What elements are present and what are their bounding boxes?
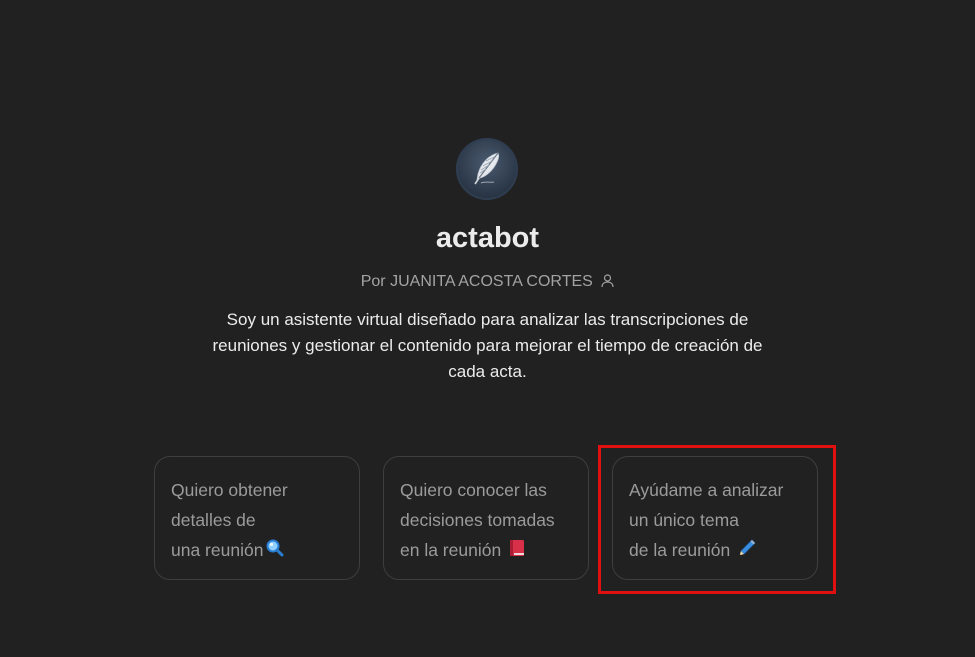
starter-1-line-1: Quiero obtener: [171, 480, 288, 500]
gpt-byline: Por JUANITA ACOSTA CORTES: [0, 272, 975, 292]
gpt-landing: actabot Por JUANITA ACOSTA CORTES Soy un…: [0, 0, 975, 657]
starter-1-line-2: detalles de: [171, 510, 256, 530]
author-name: JUANITA ACOSTA CORTES: [390, 273, 593, 290]
gpt-title: actabot: [435, 222, 540, 254]
magnifier-icon: [266, 539, 284, 557]
starter-3-line-1: Ayúdame a analizar: [629, 480, 784, 500]
byline-prefix: Por: [360, 273, 386, 290]
user-icon: [601, 274, 614, 288]
starter-3-line-2: un único tema: [629, 510, 739, 530]
red-book-icon: [510, 540, 525, 556]
conversation-starter-3[interactable]: Ayúdame a analizar un único tema de la r…: [612, 456, 818, 580]
starter-3-line-3: de la reunión: [629, 540, 736, 560]
gpt-description: Soy un asistente virtual diseñado para a…: [212, 310, 763, 381]
pen-icon: [739, 539, 756, 556]
starter-2-line-1: Quiero conocer las: [400, 480, 547, 500]
quill-feather-icon: [474, 152, 500, 185]
starter-1-line-3: una reunión: [171, 540, 264, 560]
starter-2-line-2: decisiones tomadas: [400, 510, 555, 530]
conversation-starter-2[interactable]: Quiero conocer las decisiones tomadas en…: [383, 456, 589, 580]
starter-2-line-3: en la reunión: [400, 540, 507, 560]
conversation-starter-1[interactable]: Quiero obtener detalles de una reunión: [154, 456, 360, 580]
gpt-avatar: [456, 138, 518, 200]
